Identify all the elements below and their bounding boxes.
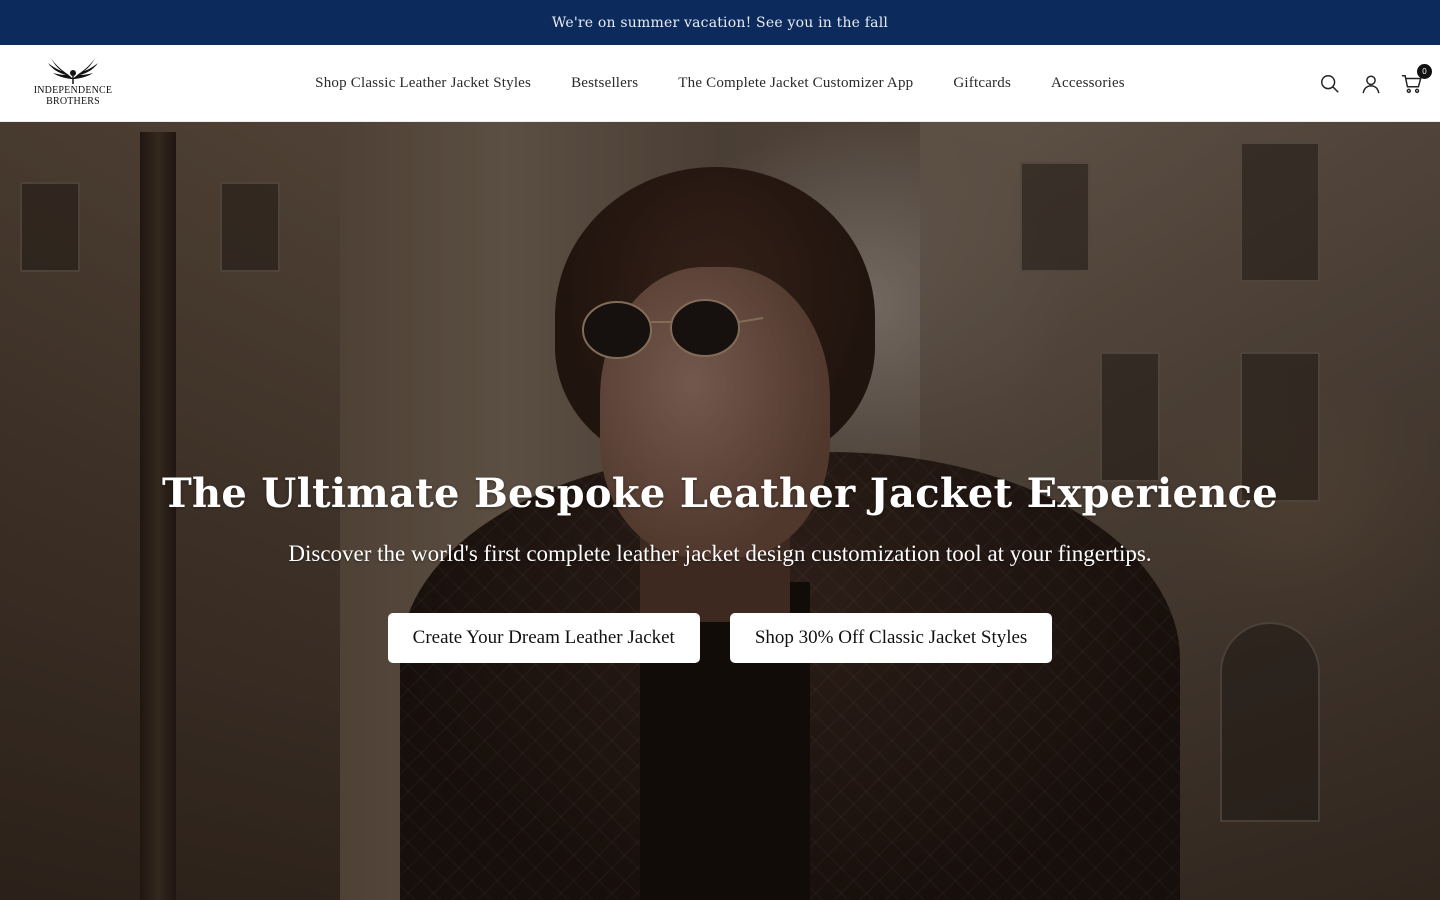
create-dream-jacket-button[interactable]: Create Your Dream Leather Jacket [387, 613, 700, 663]
cart-count-badge: 0 [1417, 64, 1432, 79]
logo-text-line2: BROTHERS [46, 96, 100, 107]
hero-subtitle: Discover the world's first complete leat… [288, 541, 1152, 566]
wings-bird-logo-icon [48, 57, 98, 84]
hero-section: The Ultimate Bespoke Leather Jacket Expe… [0, 122, 1440, 900]
nav-item-giftcards[interactable]: Giftcards [953, 75, 1011, 92]
account-icon [1362, 75, 1380, 94]
header-icons: 0 [1318, 64, 1432, 99]
hero-buttons: Create Your Dream Leather Jacket Shop 30… [387, 613, 1053, 663]
logo-text-line1: INDEPENDENCE [33, 85, 113, 96]
nav-item-customizer-app[interactable]: The Complete Jacket Customizer App [678, 75, 913, 92]
search-button[interactable] [1318, 72, 1342, 96]
cart-button[interactable]: 0 [1400, 64, 1432, 96]
account-button[interactable] [1359, 72, 1383, 96]
nav-item-shop-classic[interactable]: Shop Classic Leather Jacket Styles [315, 75, 531, 92]
main-nav: Shop Classic Leather Jacket Styles Bests… [0, 45, 1440, 122]
hero-title: The Ultimate Bespoke Leather Jacket Expe… [161, 470, 1278, 517]
site-header: Shop Classic Leather Jacket Styles Bests… [0, 45, 1440, 122]
nav-item-bestsellers[interactable]: Bestsellers [571, 75, 638, 92]
announcement-bar: We're on summer vacation! See you in the… [0, 0, 1440, 45]
hero-content: The Ultimate Bespoke Leather Jacket Expe… [0, 122, 1440, 900]
search-icon [1321, 75, 1339, 93]
announcement-text: We're on summer vacation! See you in the… [551, 14, 889, 31]
shop-30-off-button[interactable]: Shop 30% Off Classic Jacket Styles [729, 613, 1053, 663]
nav-item-accessories[interactable]: Accessories [1051, 75, 1125, 92]
site-logo[interactable]: INDEPENDENCE BROTHERS [28, 53, 118, 113]
